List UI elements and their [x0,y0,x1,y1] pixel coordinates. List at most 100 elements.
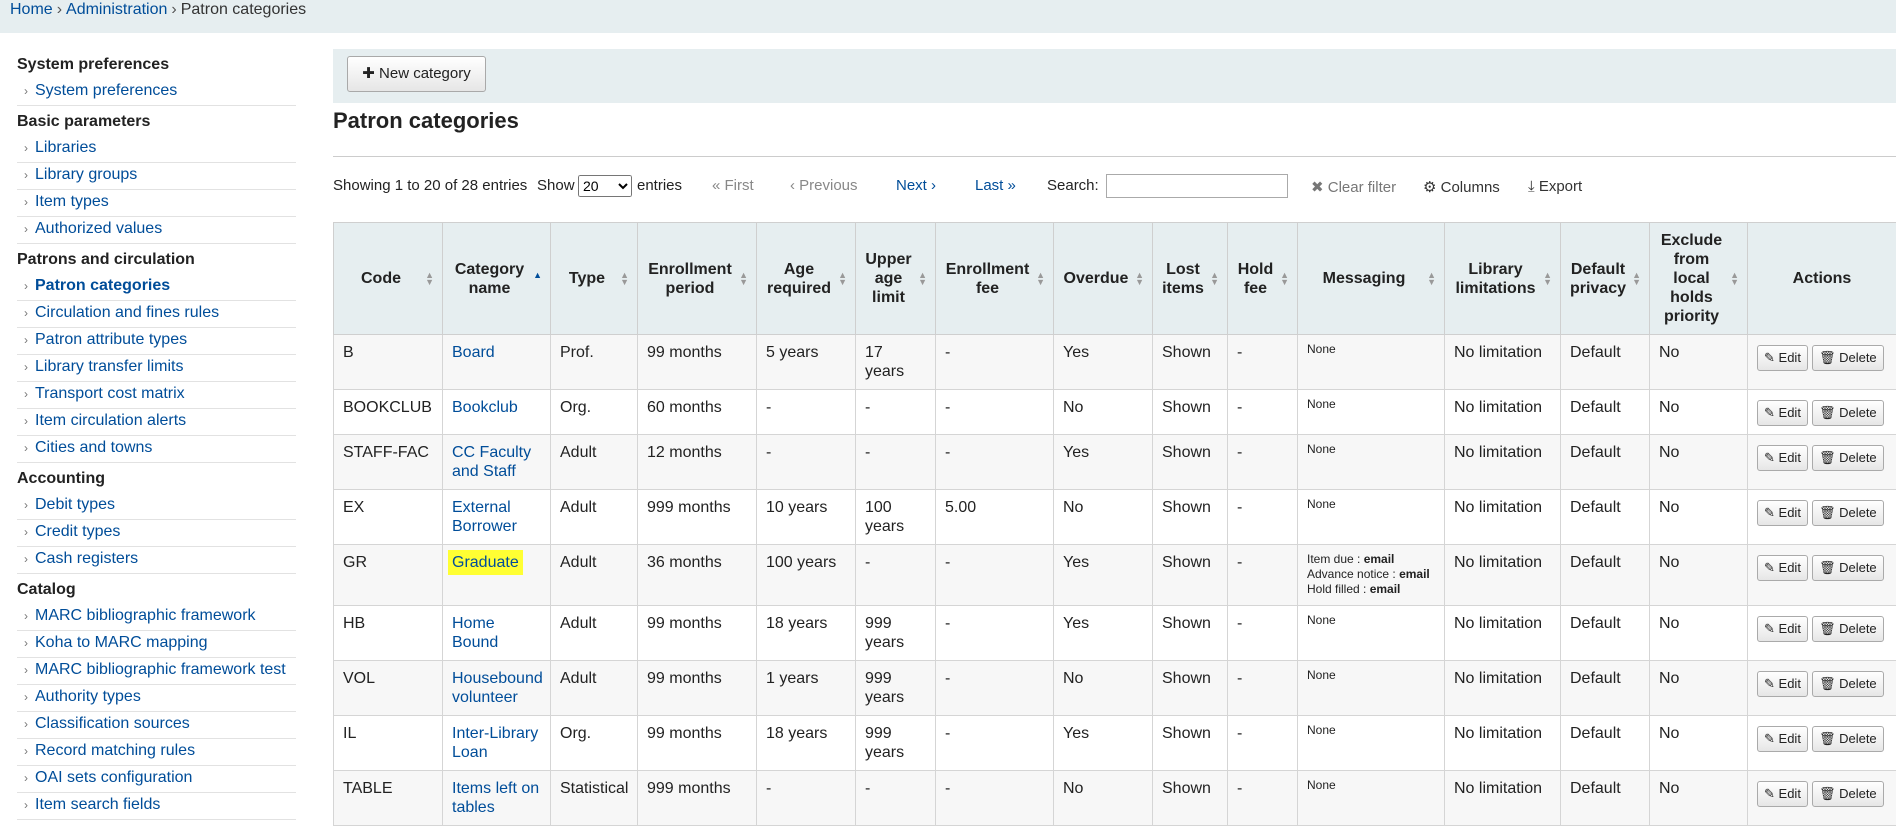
category-name-link[interactable]: External Borrower [452,499,517,535]
category-name-link[interactable]: Bookclub [452,399,518,416]
sidebar-item[interactable]: ›Authority types [17,685,296,712]
sidebar-link[interactable]: Debit types [35,496,115,513]
sidebar-link[interactable]: Library groups [35,166,137,183]
sidebar-item[interactable]: ›Credit types [17,520,296,547]
breadcrumb-home[interactable]: Home [10,1,53,18]
edit-button[interactable]: ✎ Edit [1757,781,1808,807]
category-name-link[interactable]: Housebound volunteer [452,670,543,706]
sidebar-item[interactable]: ›Debit types [17,493,296,520]
sidebar-link[interactable]: Item search fields [35,796,160,813]
edit-button[interactable]: ✎ Edit [1757,616,1808,642]
sidebar-link[interactable]: Circulation and fines rules [35,304,219,321]
edit-button[interactable]: ✎ Edit [1757,400,1808,426]
new-category-button[interactable]: ✚ New category [347,56,486,92]
delete-button[interactable]: 🗑 Delete [1812,445,1884,471]
overdue-value: Yes [1063,444,1089,461]
column-header[interactable]: Type▲▼ [551,223,638,335]
sidebar-link[interactable]: MARC bibliographic framework [35,607,256,624]
sidebar-link[interactable]: Patron categories [35,277,170,294]
sidebar-link[interactable]: Authorized values [35,220,162,237]
columns-button[interactable]: ⚙ Columns [1423,176,1500,200]
column-header[interactable]: Lost items▲▼ [1153,223,1228,335]
column-header[interactable]: Default privacy▲▼ [1561,223,1650,335]
sidebar-item[interactable]: ›Cash registers [17,547,296,574]
column-header[interactable]: Hold fee▲▼ [1228,223,1298,335]
export-button[interactable]: ⤓ Export [1528,175,1582,199]
sidebar-item[interactable]: ›Classification sources [17,712,296,739]
edit-button[interactable]: ✎ Edit [1757,345,1808,371]
delete-button[interactable]: 🗑 Delete [1812,345,1884,371]
column-header[interactable]: Upper age limit▲▼ [856,223,936,335]
sidebar-link[interactable]: Item circulation alerts [35,412,186,429]
edit-button[interactable]: ✎ Edit [1757,555,1808,581]
sidebar-link[interactable]: MARC bibliographic framework test [35,661,286,678]
last-page-link[interactable]: Last » [975,174,1016,198]
sidebar-item[interactable]: ›Patron categories [17,274,296,301]
category-name-link[interactable]: Home Bound [452,615,498,651]
sidebar-item[interactable]: ›Transport cost matrix [17,382,296,409]
column-header[interactable]: Enrollment period▲▼ [638,223,757,335]
sidebar-link[interactable]: Classification sources [35,715,190,732]
clear-filter-button[interactable]: ✖ Clear filter [1311,176,1396,200]
sidebar-item[interactable]: ›Koha to MARC mapping [17,631,296,658]
sidebar-item[interactable]: ›Patron attribute types [17,328,296,355]
edit-button[interactable]: ✎ Edit [1757,671,1808,697]
sidebar-link[interactable]: Cash registers [35,550,138,567]
sidebar-item[interactable]: ›Item circulation alerts [17,409,296,436]
breadcrumb-administration[interactable]: Administration [66,1,167,18]
column-header[interactable]: Library limitations▲▼ [1445,223,1561,335]
delete-button[interactable]: 🗑 Delete [1812,726,1884,752]
sidebar-item[interactable]: ›Library groups [17,163,296,190]
sidebar-item[interactable]: ›MARC bibliographic framework [17,604,296,631]
sidebar-item[interactable]: ›OAI sets configuration [17,766,296,793]
sidebar-link[interactable]: Library transfer limits [35,358,183,375]
sidebar-item[interactable]: ›Circulation and fines rules [17,301,296,328]
sidebar-item[interactable]: ›Record matching rules [17,739,296,766]
sidebar-link[interactable]: Koha to MARC mapping [35,634,208,651]
delete-button[interactable]: 🗑 Delete [1812,671,1884,697]
delete-button[interactable]: 🗑 Delete [1812,500,1884,526]
delete-button[interactable]: 🗑 Delete [1812,616,1884,642]
sidebar-link[interactable]: Transport cost matrix [35,385,185,402]
delete-button[interactable]: 🗑 Delete [1812,400,1884,426]
column-header[interactable]: Code▲▼ [334,223,443,335]
sidebar-link[interactable]: Libraries [35,139,96,156]
category-name-link[interactable]: Graduate [452,554,519,571]
sidebar-item[interactable]: ›Library transfer limits [17,355,296,382]
sidebar-link[interactable]: Cities and towns [35,439,152,456]
column-header[interactable]: Overdue▲▼ [1054,223,1153,335]
page-length-select[interactable]: 20 [578,175,632,197]
edit-button[interactable]: ✎ Edit [1757,500,1808,526]
edit-button[interactable]: ✎ Edit [1757,445,1808,471]
sidebar-link[interactable]: System preferences [35,82,177,99]
edit-button[interactable]: ✎ Edit [1757,726,1808,752]
sidebar-link[interactable]: Credit types [35,523,120,540]
sidebar-link[interactable]: Record matching rules [35,742,195,759]
sidebar-item[interactable]: ›System preferences [17,79,296,106]
sidebar-link[interactable]: Item types [35,193,109,210]
category-name-link[interactable]: Inter-Library Loan [452,725,538,761]
category-name-link[interactable]: CC Faculty and Staff [452,444,531,480]
first-page-link[interactable]: « First [712,174,754,198]
column-header[interactable]: Age required▲▼ [757,223,856,335]
sidebar-item[interactable]: ›MARC bibliographic framework test [17,658,296,685]
sidebar-item[interactable]: ›Authorized values [17,217,296,244]
category-name-link[interactable]: Board [452,344,495,361]
sidebar-link[interactable]: OAI sets configuration [35,769,192,786]
column-header[interactable]: Messaging▲▼ [1298,223,1445,335]
sidebar-item[interactable]: ›Libraries [17,136,296,163]
sidebar-link[interactable]: Patron attribute types [35,331,187,348]
previous-page-link[interactable]: ‹ Previous [790,174,858,198]
column-header[interactable]: Enrollment fee▲▼ [936,223,1054,335]
delete-button[interactable]: 🗑 Delete [1812,781,1884,807]
next-page-link[interactable]: Next › [896,174,936,198]
search-input[interactable] [1106,174,1288,198]
sidebar-item[interactable]: ›Item types [17,190,296,217]
column-header[interactable]: Exclude from local holds priority▲▼ [1650,223,1748,335]
category-name-link[interactable]: Items left on tables [452,780,539,816]
column-header[interactable]: Category name▲ [443,223,551,335]
sidebar-link[interactable]: Authority types [35,688,141,705]
delete-button[interactable]: 🗑 Delete [1812,555,1884,581]
sidebar-item[interactable]: ›Cities and towns [17,436,296,463]
sidebar-item[interactable]: ›Item search fields [17,793,296,820]
